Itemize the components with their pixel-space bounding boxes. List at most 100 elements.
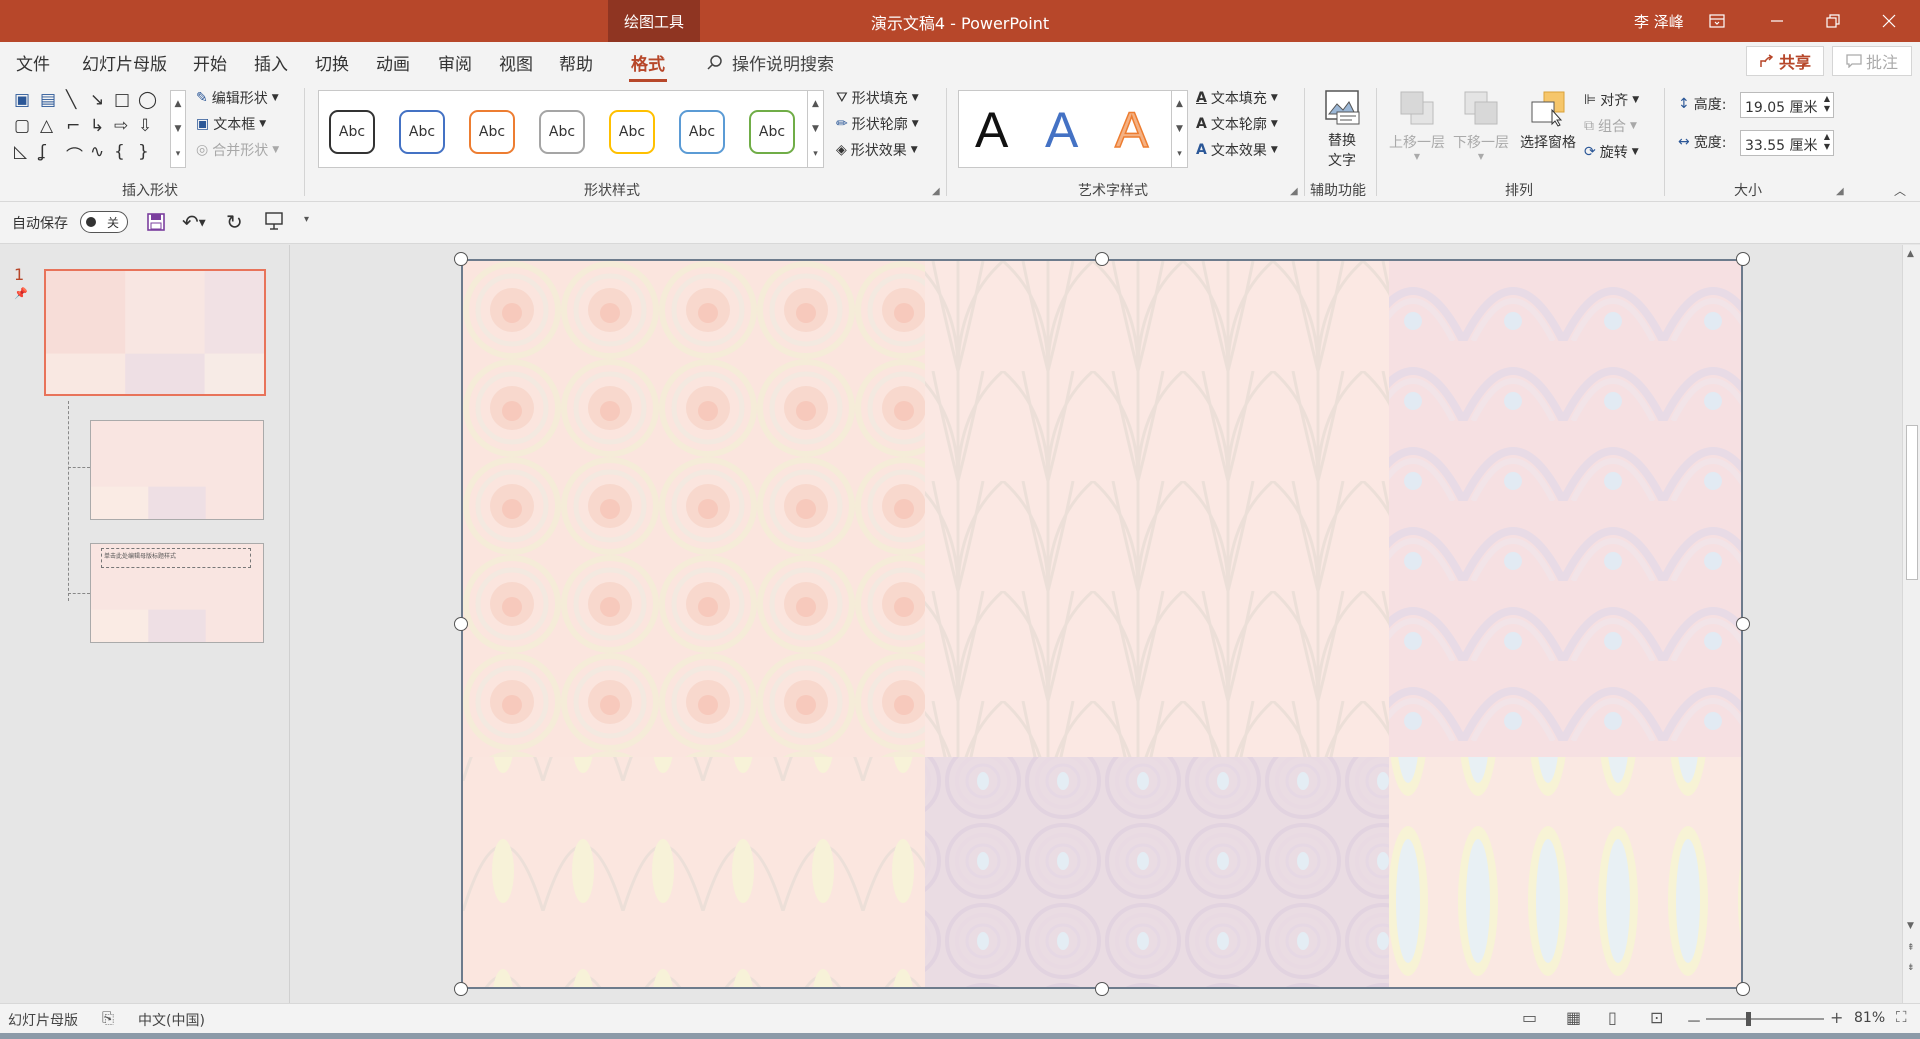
tab-animations[interactable]: 动画: [376, 50, 410, 75]
scrollbar-thumb[interactable]: [1906, 425, 1918, 580]
shape-effects-button[interactable]: ◈ 形状效果 ▼: [836, 140, 918, 160]
line-shape-icon[interactable]: ╲: [66, 90, 76, 110]
freeform-shape-icon[interactable]: ◺: [14, 142, 27, 162]
zoom-out-button[interactable]: －: [1686, 1008, 1702, 1032]
scroll-up-icon[interactable]: ▲: [1907, 249, 1914, 259]
language-label[interactable]: 中文(中国): [138, 1010, 205, 1030]
more-icon[interactable]: ▾: [1177, 149, 1182, 159]
arc-shape-icon[interactable]: ⌒: [66, 142, 83, 167]
right-brace-icon[interactable]: }: [138, 142, 149, 162]
text-box-button[interactable]: ▣ 文本框 ▼: [196, 114, 266, 134]
wordart-style-preset[interactable]: A: [975, 101, 1008, 159]
dropdown-arrow-icon[interactable]: ▼: [199, 219, 206, 229]
resize-handle-left[interactable]: [454, 617, 468, 631]
elbow-connector-icon[interactable]: ⌐: [66, 116, 80, 136]
rounded-rectangle-icon[interactable]: ▢: [14, 116, 30, 136]
tab-file[interactable]: 文件: [16, 50, 50, 75]
size-launcher-icon[interactable]: ◢: [1836, 186, 1844, 197]
spelling-check-icon[interactable]: ⎘: [102, 1009, 114, 1027]
text-outline-button[interactable]: A 文本轮廓 ▼: [1196, 114, 1278, 134]
previous-slide-icon[interactable]: ⇞: [1907, 943, 1915, 953]
right-arrow-shape-icon[interactable]: ⇨: [114, 116, 128, 136]
rectangle-shape-icon[interactable]: □: [114, 90, 130, 110]
more-icon[interactable]: ▾: [176, 149, 181, 159]
tab-home[interactable]: 开始: [193, 50, 227, 75]
comments-button[interactable]: 批注: [1832, 46, 1912, 76]
shapes-gallery-scroll[interactable]: ▲ ▼ ▾: [170, 90, 186, 168]
tab-transitions[interactable]: 切换: [315, 50, 349, 75]
restore-button[interactable]: [1808, 4, 1858, 38]
slide-editing-canvas[interactable]: [292, 245, 1902, 1003]
shape-width-input[interactable]: 33.55 厘米 ▲ ▼: [1740, 130, 1834, 156]
next-slide-icon[interactable]: ⇟: [1907, 963, 1915, 973]
autosave-toggle[interactable]: 关: [80, 211, 128, 233]
shape-style-preset[interactable]: Abc: [679, 110, 725, 154]
slide-master-background[interactable]: [461, 259, 1743, 989]
left-brace-icon[interactable]: {: [114, 142, 125, 162]
oval-shape-icon[interactable]: ◯: [138, 90, 157, 110]
shape-style-preset[interactable]: Abc: [609, 110, 655, 154]
bring-forward-button[interactable]: 上移一层 ▼: [1386, 88, 1448, 174]
customize-qat-icon[interactable]: ▾: [304, 214, 309, 225]
elbow-arrow-icon[interactable]: ↳: [90, 116, 104, 136]
reading-view-icon[interactable]: ▯: [1608, 1008, 1617, 1027]
scribble-shape-icon[interactable]: ʆ: [40, 142, 46, 162]
curve-shape-icon[interactable]: ∿: [90, 142, 104, 162]
edit-shape-button[interactable]: ✎ 编辑形状 ▼: [196, 88, 279, 108]
fit-slide-to-window-icon[interactable]: ⛶: [1896, 1008, 1907, 1026]
alt-text-button[interactable]: 替换 文字: [1318, 88, 1366, 174]
tab-help[interactable]: 帮助: [559, 50, 593, 75]
merge-shapes-button[interactable]: ◎ 合并形状 ▼: [196, 140, 279, 160]
tab-slide-master[interactable]: 幻灯片母版: [82, 50, 167, 75]
spinner-icon[interactable]: ▲ ▼: [1824, 94, 1830, 114]
rotate-button[interactable]: ⟳ 旋转 ▼: [1584, 142, 1639, 162]
wordart-style-preset[interactable]: A: [1045, 101, 1078, 159]
slideshow-icon[interactable]: ⊡: [1650, 1008, 1663, 1027]
group-button[interactable]: ⧉ 组合 ▼: [1584, 116, 1637, 136]
align-button[interactable]: ⊫ 对齐 ▼: [1584, 90, 1639, 110]
shape-styles-gallery-scroll[interactable]: ▲ ▼ ▾: [807, 91, 823, 167]
slide-sorter-icon[interactable]: ▦: [1566, 1008, 1581, 1027]
shape-style-preset[interactable]: Abc: [469, 110, 515, 154]
tab-format[interactable]: 格式: [629, 50, 667, 82]
down-arrow-shape-icon[interactable]: ⇩: [138, 116, 152, 136]
chevron-up-icon[interactable]: ▲: [175, 99, 182, 109]
save-button[interactable]: [146, 212, 166, 236]
zoom-level[interactable]: 81%: [1854, 1010, 1885, 1026]
close-button[interactable]: [1864, 4, 1914, 38]
zoom-slider-thumb[interactable]: [1746, 1012, 1751, 1026]
normal-view-icon[interactable]: ▭: [1522, 1008, 1537, 1027]
wordart-style-preset[interactable]: A: [1114, 101, 1149, 159]
shape-style-preset[interactable]: Abc: [749, 110, 795, 154]
text-fill-button[interactable]: A 文本填充 ▼: [1196, 88, 1278, 108]
shape-height-input[interactable]: 19.05 厘米 ▲ ▼: [1740, 92, 1834, 118]
ribbon-display-options-button[interactable]: [1692, 4, 1742, 38]
tab-view[interactable]: 视图: [499, 50, 533, 75]
triangle-shape-icon[interactable]: △: [40, 116, 53, 136]
zoom-in-button[interactable]: +: [1830, 1008, 1843, 1027]
resize-handle-top-right[interactable]: [1736, 252, 1750, 266]
more-icon[interactable]: ▾: [813, 149, 818, 159]
vertical-text-box-icon[interactable]: ▤: [40, 90, 56, 110]
tab-insert[interactable]: 插入: [254, 50, 288, 75]
collapse-ribbon-icon[interactable]: ︿: [1894, 182, 1906, 199]
layout-thumbnail[interactable]: 单击此处编辑母版标题样式: [90, 543, 264, 643]
resize-handle-right[interactable]: [1736, 617, 1750, 631]
chevron-up-icon[interactable]: ▲: [1176, 99, 1183, 109]
resize-handle-top[interactable]: [1095, 252, 1109, 266]
share-button[interactable]: 共享: [1746, 46, 1824, 76]
vertical-scrollbar[interactable]: ▲ ▼ ⇞ ⇟: [1902, 245, 1920, 1003]
resize-handle-bottom-right[interactable]: [1736, 982, 1750, 996]
shape-style-preset[interactable]: Abc: [399, 110, 445, 154]
arrow-line-icon[interactable]: ↘: [90, 90, 104, 110]
chevron-down-icon[interactable]: ▼: [175, 124, 182, 134]
shape-styles-launcher-icon[interactable]: ◢: [932, 186, 940, 197]
text-box-shape-icon[interactable]: ▣: [14, 90, 30, 110]
shape-outline-button[interactable]: ✏ 形状轮廓 ▼: [836, 114, 919, 134]
shapes-gallery[interactable]: ▣ ▤ ╲ ↘ □ ◯ ▢ △ ⌐ ↳ ⇨ ⇩ ◺ ʆ ⌒ ∿ { }: [12, 90, 172, 168]
tab-review[interactable]: 审阅: [438, 50, 472, 75]
text-effects-button[interactable]: A 文本效果 ▼: [1196, 140, 1278, 160]
resize-handle-bottom-left[interactable]: [454, 982, 468, 996]
send-backward-button[interactable]: 下移一层 ▼: [1450, 88, 1512, 174]
user-name[interactable]: 李 泽峰: [1634, 11, 1684, 32]
